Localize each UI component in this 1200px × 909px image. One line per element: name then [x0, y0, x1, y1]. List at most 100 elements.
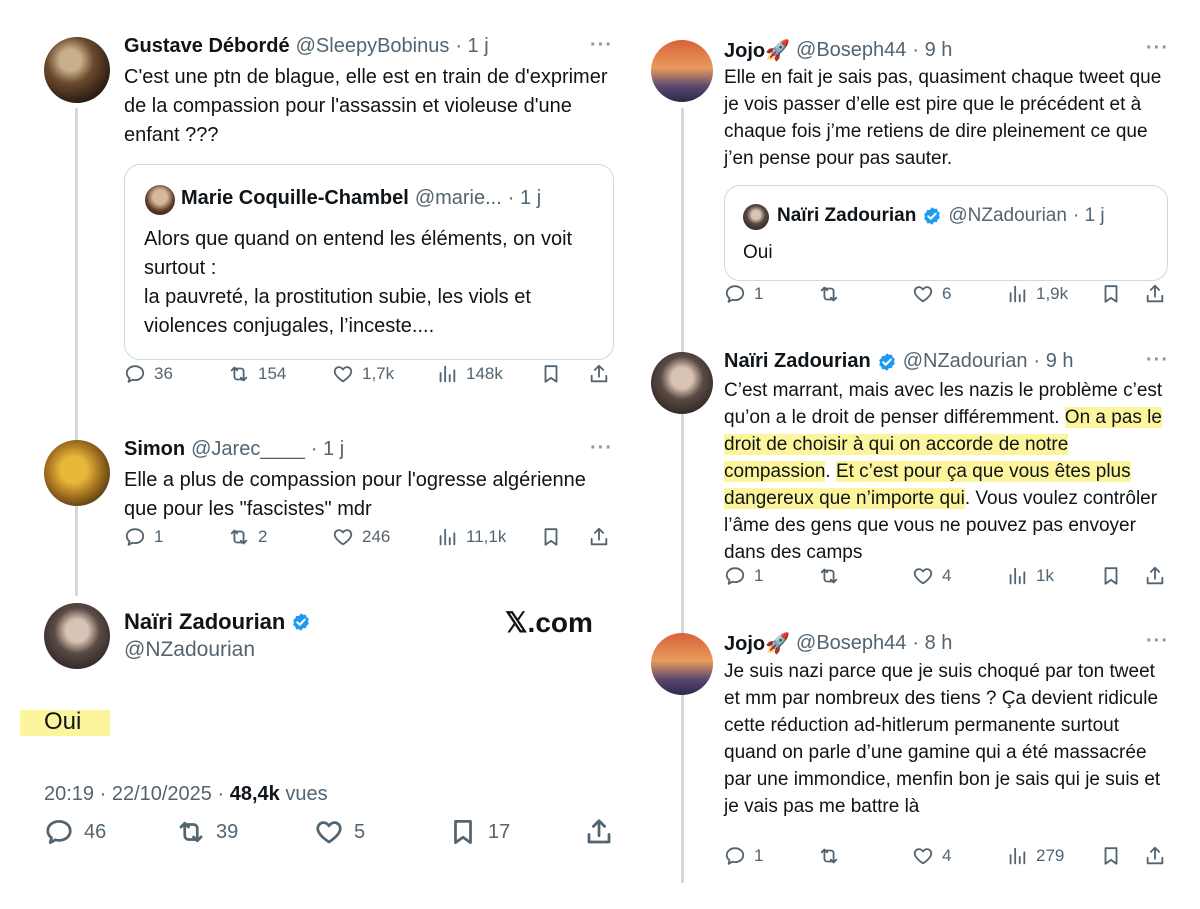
author-handle[interactable]: @Boseph44 [796, 632, 906, 655]
author-name[interactable]: Naïri Zadourian [724, 350, 871, 373]
bookmark-button[interactable] [1100, 283, 1122, 305]
like-button[interactable]: 6 [912, 283, 951, 305]
tweet-text: Elle a plus de compassion pour l'ogresse… [124, 469, 586, 520]
like-button[interactable]: 246 [332, 526, 390, 548]
repost-button[interactable] [818, 565, 848, 587]
share-icon [588, 363, 610, 385]
reply-icon [724, 565, 746, 587]
reply-icon [724, 283, 746, 305]
views-button[interactable]: 1,9k [1006, 283, 1068, 305]
bookmark-button[interactable]: 17 [448, 817, 510, 847]
share-icon [1144, 845, 1166, 867]
bookmark-icon [1100, 845, 1122, 867]
author-handle[interactable]: @Boseph44 [796, 39, 906, 62]
more-icon[interactable]: ··· [1146, 37, 1169, 60]
tweet-time[interactable]: · 1 j [311, 438, 344, 461]
tweet-time[interactable]: · 8 h [912, 632, 952, 655]
tweet-text: Je suis nazi parce que je suis choqué pa… [724, 661, 1161, 817]
avatar[interactable] [44, 37, 110, 103]
repost-button[interactable]: 39 [176, 817, 238, 847]
share-button[interactable] [588, 526, 610, 548]
author-handle[interactable]: @SleepyBobinus [296, 35, 450, 58]
bookmark-button[interactable] [540, 526, 562, 548]
avatar[interactable] [651, 40, 713, 102]
tweet-time[interactable]: · 9 h [1034, 350, 1074, 373]
repost-count: 2 [258, 527, 268, 546]
views-button[interactable]: 1k [1006, 565, 1054, 587]
more-icon[interactable]: ··· [590, 437, 613, 460]
like-button[interactable]: 1,7k [332, 363, 394, 385]
repost-icon [818, 283, 840, 305]
like-count: 246 [362, 527, 391, 546]
avatar[interactable] [651, 633, 713, 695]
author-handle[interactable]: @NZadourian [124, 638, 255, 662]
reply-button[interactable]: 1 [724, 283, 763, 305]
repost-icon [228, 526, 250, 548]
repost-count: 154 [258, 364, 287, 383]
like-button[interactable]: 5 [314, 817, 365, 847]
like-button[interactable]: 4 [912, 845, 951, 867]
tweet-time[interactable]: · 1 j [455, 35, 488, 58]
verified-badge-icon [877, 352, 897, 372]
author-name[interactable]: Simon [124, 438, 185, 461]
share-button[interactable] [1144, 565, 1166, 587]
bookmark-icon [448, 817, 478, 847]
views-count: 1k [1036, 566, 1054, 585]
bookmark-button[interactable] [1100, 845, 1122, 867]
tweet-time[interactable]: · 9 h [912, 39, 952, 62]
like-button[interactable]: 4 [912, 565, 951, 587]
reply-count: 1 [154, 527, 164, 546]
reply-icon [44, 817, 74, 847]
repost-button[interactable] [818, 845, 848, 867]
repost-button[interactable]: 2 [228, 526, 267, 548]
views-button[interactable]: 279 [1006, 845, 1064, 867]
bookmark-count: 17 [488, 820, 511, 843]
reply-button[interactable]: 1 [124, 526, 163, 548]
like-icon [912, 845, 934, 867]
more-icon[interactable]: ··· [1146, 630, 1169, 653]
share-button[interactable] [1144, 283, 1166, 305]
author-name[interactable]: Jojo🚀 [724, 631, 790, 656]
views-count: 11,1k [466, 527, 507, 546]
share-button[interactable] [588, 363, 610, 385]
reply-count: 1 [754, 566, 764, 585]
views-icon [436, 363, 458, 385]
like-count: 6 [942, 284, 952, 303]
author-handle[interactable]: @Jarec____ [191, 438, 305, 461]
reply-button[interactable]: 46 [44, 817, 106, 847]
quoted-tweet[interactable]: Marie Coquille-Chambel @marie... · 1 j A… [124, 164, 614, 360]
share-button[interactable] [1144, 845, 1166, 867]
author-name[interactable]: Gustave Débordé [124, 35, 290, 58]
views-button[interactable]: 148k [436, 363, 503, 385]
repost-button[interactable]: 154 [228, 363, 286, 385]
more-icon[interactable]: ··· [1146, 349, 1169, 372]
reply-button[interactable]: 1 [724, 845, 763, 867]
views-icon [1006, 283, 1028, 305]
author-name[interactable]: Jojo🚀 [724, 38, 790, 63]
quoted-tweet[interactable]: Naïri Zadourian @NZadourian · 1 j Oui [724, 185, 1168, 281]
reply-button[interactable]: 36 [124, 363, 173, 385]
share-button[interactable] [584, 817, 614, 847]
like-icon [912, 565, 934, 587]
thread-line [681, 108, 684, 883]
bookmark-button[interactable] [1100, 565, 1122, 587]
author-handle[interactable]: @NZadourian [903, 350, 1028, 373]
quoted-author-handle: @NZadourian [948, 205, 1067, 226]
quoted-text: Oui [743, 242, 773, 263]
views-button[interactable]: 11,1k [436, 526, 506, 548]
avatar[interactable] [651, 352, 713, 414]
avatar[interactable] [44, 603, 110, 669]
reply-icon [124, 526, 146, 548]
repost-icon [228, 363, 250, 385]
avatar[interactable] [44, 440, 110, 506]
like-count: 4 [942, 566, 952, 585]
reply-count: 1 [754, 284, 764, 303]
reply-button[interactable]: 1 [724, 565, 763, 587]
repost-count: 39 [216, 820, 239, 843]
verified-badge-icon [922, 206, 942, 226]
more-icon[interactable]: ··· [590, 34, 613, 57]
repost-button[interactable] [818, 283, 848, 305]
author-name[interactable]: Naïri Zadourian [124, 609, 285, 635]
bookmark-button[interactable] [540, 363, 562, 385]
timestamp[interactable]: 20:19 · 22/10/2025 · [44, 783, 224, 805]
